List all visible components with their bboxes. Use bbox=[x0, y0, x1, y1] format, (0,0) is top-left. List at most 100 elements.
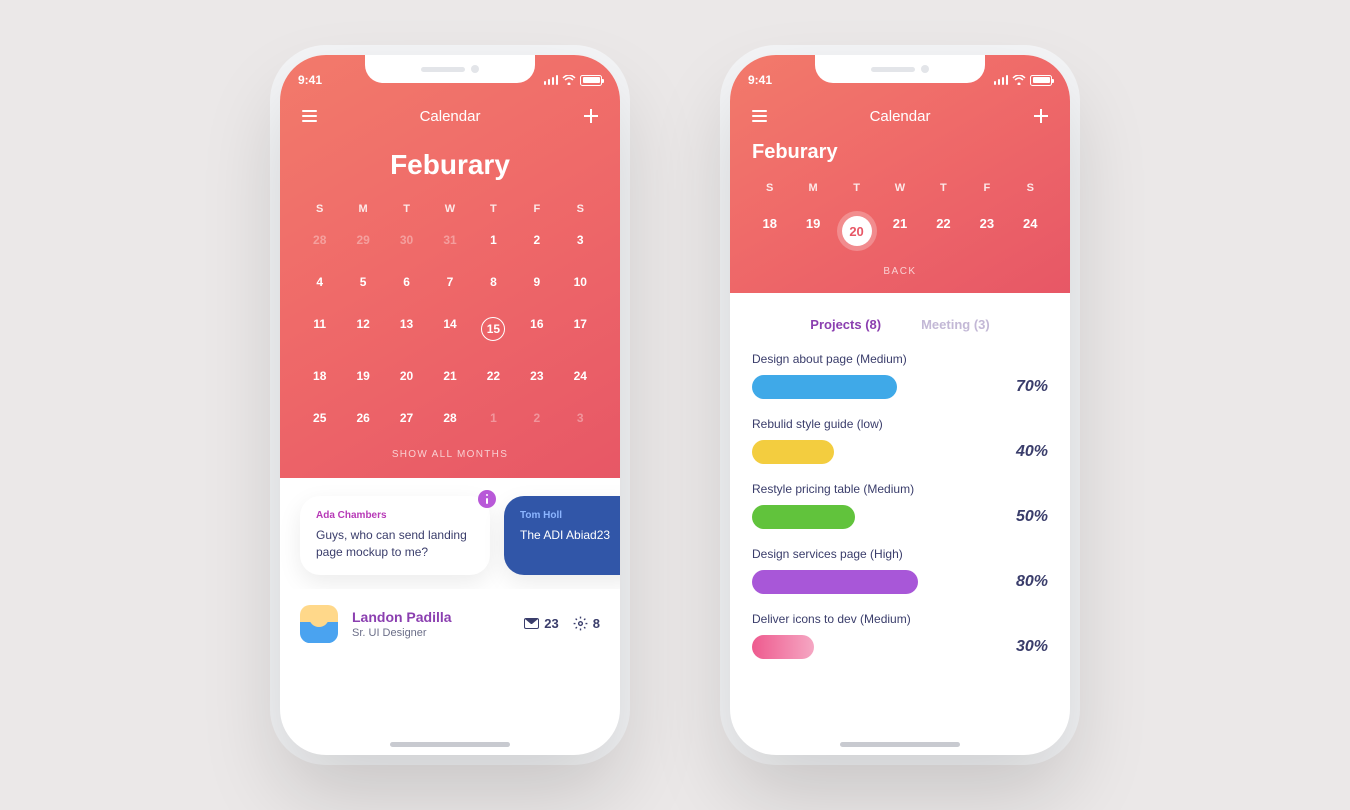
gear-icon bbox=[573, 616, 588, 631]
show-all-months-button[interactable]: SHOW ALL MONTHS bbox=[298, 439, 602, 478]
home-indicator[interactable] bbox=[840, 742, 960, 747]
settings-stat[interactable]: 8 bbox=[573, 616, 600, 631]
calendar-day[interactable]: 30 bbox=[385, 219, 428, 261]
project-item[interactable]: Design about page (Medium) 70% bbox=[752, 352, 1048, 399]
project-title: Design about page (Medium) bbox=[752, 352, 1048, 366]
avatar[interactable] bbox=[300, 605, 338, 643]
calendar-day[interactable]: 4 bbox=[298, 261, 341, 303]
notch bbox=[815, 55, 985, 83]
calendar-day[interactable]: 21 bbox=[428, 355, 471, 397]
project-item[interactable]: Restyle pricing table (Medium) 50% bbox=[752, 482, 1048, 529]
dow-label: S bbox=[1009, 178, 1052, 198]
message-text: Guys, who can send landing page mockup t… bbox=[316, 527, 474, 561]
week-row: 18192021222324 bbox=[748, 210, 1052, 252]
status-time: 9:41 bbox=[748, 73, 772, 87]
progress-percent: 70% bbox=[1016, 378, 1048, 396]
progress-bar bbox=[752, 635, 814, 659]
project-item[interactable]: Deliver icons to dev (Medium)30% bbox=[752, 612, 1048, 659]
calendar-day[interactable]: 19 bbox=[341, 355, 384, 397]
menu-icon[interactable] bbox=[298, 105, 320, 127]
week-day[interactable]: 22 bbox=[922, 210, 965, 252]
project-item[interactable]: Design services page (High)80% bbox=[752, 547, 1048, 594]
progress-percent: 40% bbox=[1016, 443, 1048, 461]
week-day[interactable]: 21 bbox=[878, 210, 921, 252]
project-list[interactable]: Design about page (Medium) 70% Rebulid sty… bbox=[730, 348, 1070, 659]
dow-label: T bbox=[385, 199, 428, 219]
signal-icon bbox=[994, 75, 1009, 85]
add-icon[interactable] bbox=[580, 105, 602, 127]
message-sender: Ada Chambers bbox=[316, 510, 474, 521]
battery-icon bbox=[580, 75, 602, 86]
calendar-day[interactable]: 25 bbox=[298, 397, 341, 439]
menu-icon[interactable] bbox=[748, 105, 770, 127]
status-icons bbox=[994, 75, 1053, 86]
back-button[interactable]: BACK bbox=[748, 266, 1052, 293]
calendar-day[interactable]: 6 bbox=[385, 261, 428, 303]
calendar-day[interactable]: 29 bbox=[341, 219, 384, 261]
message-card[interactable]: Tom HollThe ADI Abiad23 bbox=[504, 496, 620, 575]
calendar-day[interactable]: 14 bbox=[428, 303, 471, 355]
calendar-day[interactable]: 11 bbox=[298, 303, 341, 355]
page-title: Calendar bbox=[870, 108, 931, 125]
messages-row[interactable]: Ada Chambers Guys, who can send landing p… bbox=[280, 478, 620, 589]
notch bbox=[365, 55, 535, 83]
profile-stats: 23 8 bbox=[524, 616, 600, 631]
week-day[interactable]: 23 bbox=[965, 210, 1008, 252]
calendar-day[interactable]: 17 bbox=[559, 303, 602, 355]
week-day[interactable]: 19 bbox=[791, 210, 834, 252]
calendar-day[interactable]: 8 bbox=[472, 261, 515, 303]
calendar-day[interactable]: 1 bbox=[472, 397, 515, 439]
dow-label: T bbox=[835, 178, 878, 198]
project-item[interactable]: Rebulid style guide (low)40% bbox=[752, 417, 1048, 464]
mail-stat[interactable]: 23 bbox=[524, 616, 558, 631]
week-day[interactable]: 24 bbox=[1009, 210, 1052, 252]
week-day[interactable]: 20 bbox=[835, 210, 878, 252]
progress-bar bbox=[752, 440, 834, 464]
calendar-day[interactable]: 26 bbox=[341, 397, 384, 439]
calendar-day[interactable]: 3 bbox=[559, 219, 602, 261]
home-indicator[interactable] bbox=[390, 742, 510, 747]
progress-bar bbox=[752, 505, 855, 529]
calendar-day[interactable]: 5 bbox=[341, 261, 384, 303]
header-panel: 9:41 Calendar Feburary SMTWTFS 282930311… bbox=[280, 55, 620, 478]
message-card[interactable]: Ada Chambers Guys, who can send landing p… bbox=[300, 496, 490, 575]
calendar-day[interactable]: 1 bbox=[472, 219, 515, 261]
calendar-day[interactable]: 9 bbox=[515, 261, 558, 303]
profile-info: Landon Padilla Sr. UI Designer bbox=[352, 609, 510, 639]
calendar-day[interactable]: 10 bbox=[559, 261, 602, 303]
dow-label: S bbox=[748, 178, 791, 198]
calendar-day[interactable]: 18 bbox=[298, 355, 341, 397]
calendar-day[interactable]: 15 bbox=[472, 303, 515, 355]
calendar-day[interactable]: 2 bbox=[515, 397, 558, 439]
project-title: Restyle pricing table (Medium) bbox=[752, 482, 1048, 496]
calendar-day[interactable]: 16 bbox=[515, 303, 558, 355]
calendar-day[interactable]: 13 bbox=[385, 303, 428, 355]
calendar-day[interactable]: 28 bbox=[428, 397, 471, 439]
page-title: Calendar bbox=[420, 108, 481, 125]
calendar-day[interactable]: 20 bbox=[385, 355, 428, 397]
calendar-day[interactable]: 2 bbox=[515, 219, 558, 261]
calendar-day[interactable]: 3 bbox=[559, 397, 602, 439]
progress-percent: 30% bbox=[1016, 638, 1048, 656]
phone-month-view: 9:41 Calendar Feburary SMTWTFS 282930311… bbox=[280, 55, 620, 755]
calendar-day[interactable]: 27 bbox=[385, 397, 428, 439]
calendar-day[interactable]: 22 bbox=[472, 355, 515, 397]
tab-projects[interactable]: Projects (8) bbox=[810, 317, 881, 332]
calendar-day[interactable]: 28 bbox=[298, 219, 341, 261]
progress-bar bbox=[752, 375, 897, 399]
info-badge-icon[interactable] bbox=[478, 490, 496, 508]
calendar-day[interactable]: 24 bbox=[559, 355, 602, 397]
mail-icon bbox=[524, 618, 539, 629]
calendar-day[interactable]: 12 bbox=[341, 303, 384, 355]
message-sender: Tom Holl bbox=[520, 510, 620, 521]
week-day[interactable]: 18 bbox=[748, 210, 791, 252]
calendar-day[interactable]: 31 bbox=[428, 219, 471, 261]
add-icon[interactable] bbox=[1030, 105, 1052, 127]
status-icons bbox=[544, 75, 603, 86]
dow-label: W bbox=[878, 178, 921, 198]
tab-meeting[interactable]: Meeting (3) bbox=[921, 317, 990, 332]
calendar-day[interactable]: 7 bbox=[428, 261, 471, 303]
nav-bar: Calendar bbox=[748, 105, 1052, 127]
progress-percent: 50% bbox=[1016, 508, 1048, 526]
calendar-day[interactable]: 23 bbox=[515, 355, 558, 397]
